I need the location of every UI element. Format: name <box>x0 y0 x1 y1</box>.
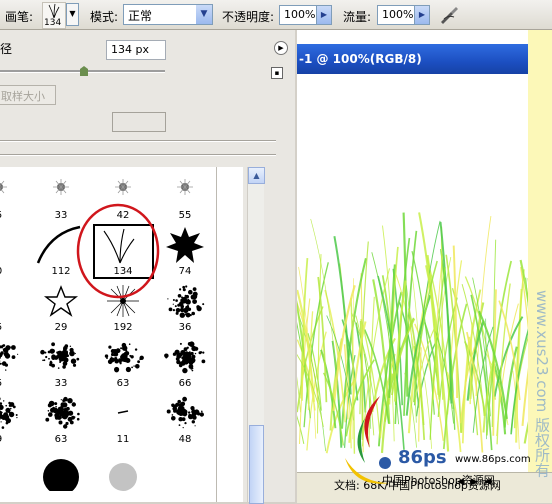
brush-size-label: 192 <box>92 322 154 333</box>
airbrush-icon[interactable] <box>438 3 460 25</box>
brush-tip-icon <box>0 391 30 435</box>
opacity-label: 不透明度: <box>222 8 274 25</box>
logo-text: 86ps <box>398 447 447 468</box>
diameter-input[interactable]: 134 px <box>106 40 166 60</box>
brush-preset[interactable]: 5 <box>0 279 31 336</box>
scroll-up-button[interactable]: ▲ <box>248 167 265 184</box>
brush-tip-icon <box>0 279 30 323</box>
brush-preset[interactable]: 74 <box>154 223 217 280</box>
brush-size-label: 5 <box>0 210 30 221</box>
brush-tip-icon <box>0 335 30 379</box>
brush-preset[interactable] <box>92 447 155 502</box>
brush-tip-icon <box>154 391 216 435</box>
brush-tip-icon <box>154 223 216 267</box>
diameter-slider-thumb[interactable] <box>80 66 88 76</box>
brush-preset[interactable] <box>0 447 31 502</box>
use-sample-size-button[interactable]: 取样大小 <box>0 85 56 105</box>
document-title: -1 @ 100%(RGB/8) <box>299 52 422 66</box>
brush-preset[interactable]: 48 <box>154 391 217 448</box>
brush-size-label: 74 <box>154 266 216 277</box>
brush-preview[interactable]: 134 <box>42 2 66 29</box>
brush-size-label: 11 <box>92 434 154 445</box>
brush-tip-icon <box>92 335 154 379</box>
opacity-field[interactable]: 100% <box>279 5 317 25</box>
divider <box>0 154 276 156</box>
mode-value: 正常 <box>128 7 152 24</box>
brush-thumbnail-icon <box>43 3 65 19</box>
brush-tip-icon <box>154 447 216 491</box>
brush-preset[interactable]: 55 <box>154 167 217 224</box>
brush-tip-icon <box>0 447 30 491</box>
brush-preset[interactable]: 0 <box>0 223 31 280</box>
flow-value: 100% <box>382 8 413 21</box>
brush-size-label: 29 <box>30 322 92 333</box>
document-title-bar[interactable]: -1 @ 100%(RGB/8) <box>297 44 552 74</box>
brush-size-label: 55 <box>154 210 216 221</box>
brush-tip-icon <box>154 335 216 379</box>
logo-cn: 中国Photoshop资源网 <box>382 472 495 488</box>
brush-size-label: 63 <box>30 434 92 445</box>
brush-preset[interactable]: 36 <box>154 279 217 336</box>
flow-label: 流量: <box>343 8 371 25</box>
brush-size-readout: 134 <box>44 18 61 28</box>
brush-tip-icon <box>0 223 30 267</box>
brush-tip-icon <box>154 279 216 323</box>
divider <box>0 140 276 142</box>
brush-size-label: 5 <box>0 322 30 333</box>
vertical-watermark: www.xus23.com 版权所有 <box>533 290 552 477</box>
brush-preset[interactable]: 5 <box>0 335 31 392</box>
diameter-label: 径 <box>0 40 12 57</box>
chevron-down-icon: ▼ <box>196 5 212 24</box>
opacity-slider-button[interactable]: ▶ <box>316 5 332 25</box>
brush-tip-icon <box>92 391 154 435</box>
brush-size-label: 48 <box>154 434 216 445</box>
brush-preset[interactable]: 63 <box>30 391 93 448</box>
palette-menu-button[interactable]: ▶ <box>274 41 288 55</box>
brush-preset[interactable]: 63 <box>92 335 155 392</box>
brush-size-label: 9 <box>0 434 30 445</box>
brush-grid-scrollbar[interactable]: ▲ <box>247 167 264 502</box>
scroll-thumb[interactable] <box>249 425 264 504</box>
brush-label: 画笔: <box>5 8 33 25</box>
brush-tip-icon <box>30 391 92 435</box>
brush-tip-icon <box>92 447 154 491</box>
diameter-value: 134 px <box>111 43 149 56</box>
mode-select[interactable]: 正常 ▼ <box>123 4 213 25</box>
brush-size-label: 66 <box>154 378 216 389</box>
brush-preset[interactable]: 33 <box>30 335 93 392</box>
brush-preset[interactable] <box>154 447 217 502</box>
brush-dropdown-button[interactable]: ▼ <box>66 3 79 26</box>
flow-slider-button[interactable]: ▶ <box>414 5 430 25</box>
brush-preset[interactable]: 66 <box>154 335 217 392</box>
brush-size-label: 63 <box>92 378 154 389</box>
brush-size-label: 33 <box>30 378 92 389</box>
brush-size-label: 0 <box>0 266 30 277</box>
brush-tip-icon <box>30 335 92 379</box>
brush-preset[interactable]: 5 <box>0 167 31 224</box>
brush-tip-icon <box>154 167 216 211</box>
new-preset-button[interactable]: ▪ <box>271 67 283 79</box>
opacity-value: 100% <box>284 8 315 21</box>
brush-preset[interactable]: 11 <box>92 391 155 448</box>
highlight-circle <box>76 203 160 299</box>
brush-tip-icon <box>0 167 30 211</box>
sample-button-label: 取样大小 <box>1 88 45 104</box>
flow-field[interactable]: 100% <box>377 5 415 25</box>
mode-label: 模式: <box>90 8 118 25</box>
brush-preset[interactable] <box>30 447 93 502</box>
brush-preset[interactable]: 9 <box>0 391 31 448</box>
brush-size-label: 5 <box>0 378 30 389</box>
logo-url: www.86ps.com <box>455 454 531 465</box>
brush-tip-icon <box>30 447 92 491</box>
hardness-preview <box>112 112 166 132</box>
brush-size-label: 36 <box>154 322 216 333</box>
options-bar: 画笔: 134 ▼ 模式: 正常 ▼ 不透明度: 100% ▶ 流量: 100%… <box>0 0 552 30</box>
